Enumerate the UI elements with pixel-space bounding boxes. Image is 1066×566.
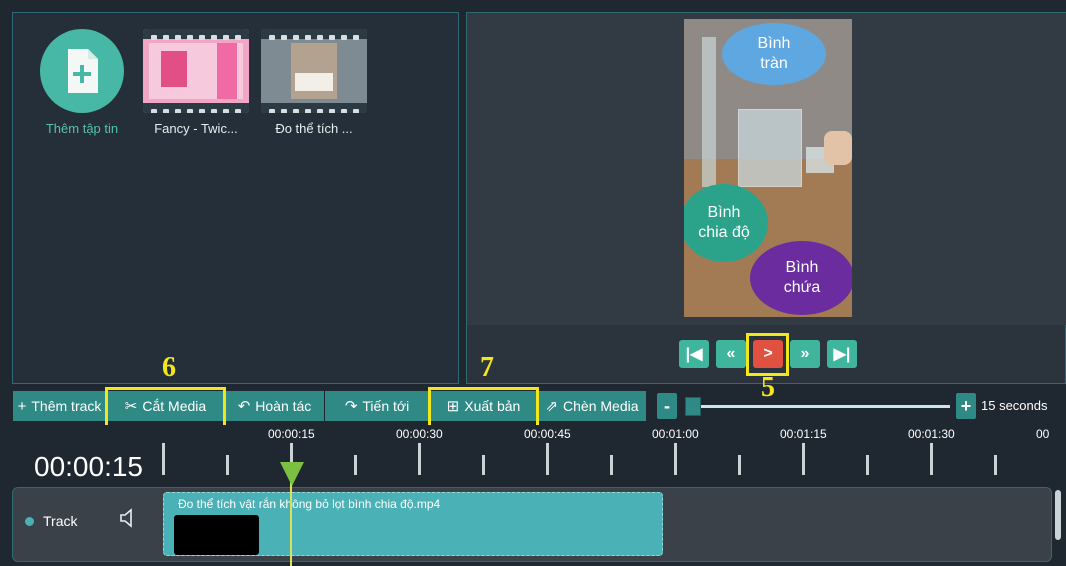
tick-minor [354, 455, 357, 475]
tick-major [802, 443, 805, 475]
media-item-do-the-tich[interactable]: Đo thể tích ... [259, 29, 369, 136]
callout-binh-chua: Bình chứa [750, 241, 852, 315]
media-thumbnail [261, 29, 367, 113]
track-label: Track [43, 513, 78, 529]
tick-label: 00:01:00 [652, 427, 699, 441]
tick-minor [866, 455, 869, 475]
plus-icon: + [960, 395, 972, 416]
track-row[interactable]: Track Đo thể tích vật rắn không bỏ lọt b… [12, 487, 1052, 562]
tick-minor [610, 455, 613, 475]
highlight-cut-media [105, 387, 226, 428]
skip-to-end-button[interactable]: ▶| [827, 340, 857, 368]
timeline-ruler[interactable]: 00:00:15 00:00:30 00:00:45 00:01:00 00:0… [12, 425, 1066, 485]
redo-label: Tiến tới [362, 398, 410, 414]
callout-text: Bình chia độ [698, 204, 750, 241]
skip-end-icon: ▶| [833, 346, 851, 363]
media-clip[interactable]: Đo thể tích vật rắn không bỏ lọt bình ch… [163, 492, 663, 556]
tick-major [418, 443, 421, 475]
redo-button[interactable]: ↷ Tiến tới [325, 391, 429, 421]
zoom-slider-handle[interactable] [685, 397, 701, 416]
callout-text: Bình chứa [783, 259, 821, 296]
add-track-label: Thêm track [31, 398, 102, 414]
insert-media-button[interactable]: ⇗ Chèn Media [538, 391, 646, 421]
minus-icon: - [664, 395, 670, 416]
media-library-panel: Thêm tập tin Fancy - Twic... Đo thể tích… [12, 12, 459, 384]
share-icon: ⇗ [545, 398, 559, 415]
media-thumbnail [143, 29, 249, 113]
add-file-icon [40, 29, 124, 113]
fast-forward-icon: » [800, 345, 810, 362]
callout-number-5: 5 [761, 372, 775, 403]
add-file-label: Thêm tập tin [45, 121, 119, 136]
media-item-label: Fancy - Twic... [154, 121, 238, 136]
tick-label: 00:01:15 [780, 427, 827, 441]
undo-icon: ↶ [237, 398, 251, 415]
playhead-marker-icon[interactable] [280, 462, 304, 486]
clip-title: Đo thể tích vật rắn không bỏ lọt bình ch… [178, 497, 441, 511]
tick-major [930, 443, 933, 475]
tick-major [546, 443, 549, 475]
tick-minor [738, 455, 741, 475]
zoom-slider[interactable] [690, 405, 950, 408]
callout-binh-tran: Bình tràn [722, 23, 826, 85]
tick-minor [482, 455, 485, 475]
track-scrollbar[interactable] [1055, 490, 1061, 540]
highlight-export [428, 387, 539, 428]
playhead-line[interactable] [290, 478, 292, 566]
track-dot-icon [25, 517, 34, 526]
tick-label: 00:00:15 [268, 427, 315, 441]
media-item-fancy[interactable]: Fancy - Twic... [141, 29, 251, 136]
media-item-label: Đo thể tích ... [275, 121, 353, 136]
fast-forward-button[interactable]: » [790, 340, 820, 368]
callout-binh-chia-do: Bình chia độ [684, 184, 768, 262]
tick-label: 00 [1036, 427, 1050, 441]
video-preview-frame: Bình tràn Bình chia độ Bình chứa [684, 19, 852, 317]
highlight-play [746, 333, 789, 376]
callout-text: Bình tràn [757, 35, 791, 72]
zoom-in-button[interactable]: + [956, 393, 976, 419]
tick-label: 00:00:45 [524, 427, 571, 441]
speaker-icon[interactable] [119, 507, 137, 534]
callout-number-6: 6 [162, 352, 176, 383]
insert-media-label: Chèn Media [563, 398, 639, 414]
add-track-button[interactable]: + Thêm track [13, 391, 106, 421]
tick-major [162, 443, 165, 475]
zoom-level-label: 15 seconds [981, 398, 1048, 413]
tick-minor [226, 455, 229, 475]
tick-minor [994, 455, 997, 475]
tick-label: 00:00:30 [396, 427, 443, 441]
rewind-button[interactable]: « [716, 340, 746, 368]
undo-button[interactable]: ↶ Hoàn tác [225, 391, 324, 421]
current-time-display: 00:00:15 [34, 451, 143, 482]
clip-thumbnail [174, 515, 259, 555]
skip-to-start-button[interactable]: |◀ [679, 340, 709, 368]
skip-start-icon: |◀ [685, 346, 703, 363]
zoom-out-button[interactable]: - [657, 393, 677, 419]
rewind-icon: « [726, 345, 736, 362]
preview-panel: Bình tràn Bình chia độ Bình chứa |◀ « > … [466, 12, 1066, 384]
redo-icon: ↷ [344, 398, 358, 415]
add-file-button[interactable]: Thêm tập tin [27, 29, 137, 136]
tick-label: 00:01:30 [908, 427, 955, 441]
plus-icon: + [17, 397, 27, 415]
undo-label: Hoàn tác [255, 398, 312, 414]
preview-stage: Bình tràn Bình chia độ Bình chứa [467, 13, 1066, 325]
callout-number-7: 7 [480, 352, 494, 383]
tick-major [674, 443, 677, 475]
